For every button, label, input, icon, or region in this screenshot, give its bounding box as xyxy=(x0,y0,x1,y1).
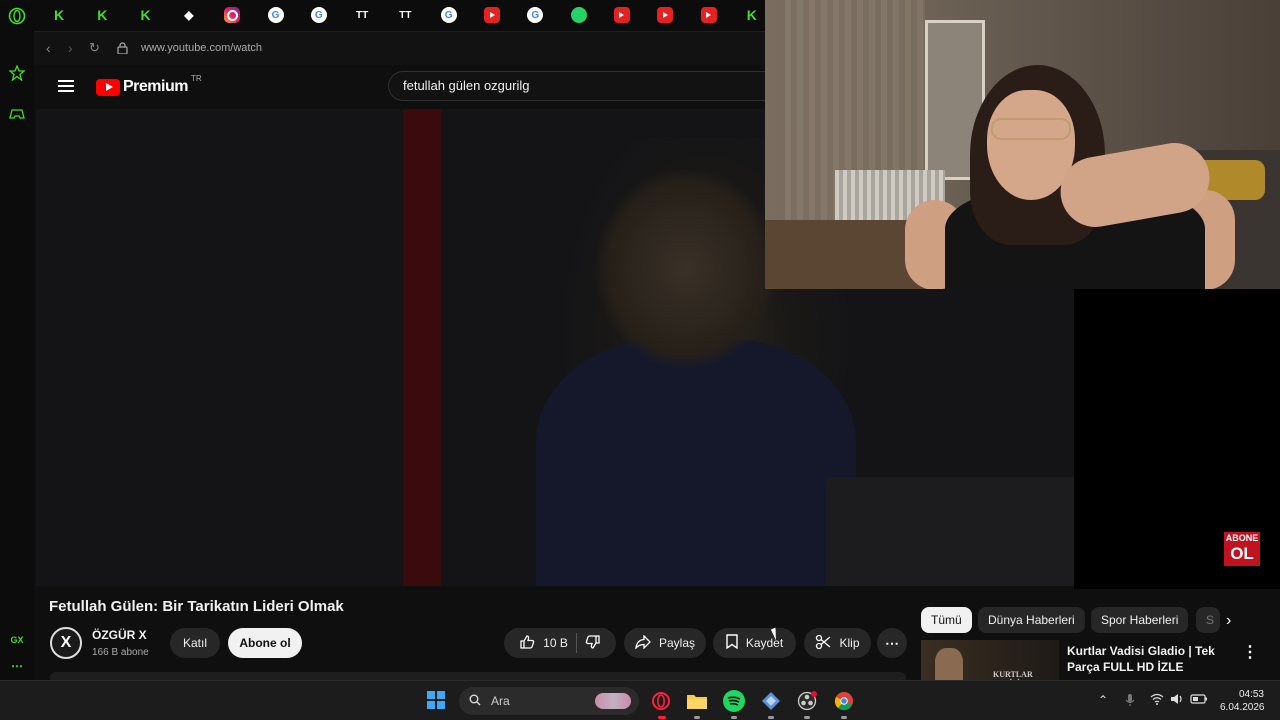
spotify-icon[interactable] xyxy=(723,690,745,712)
battery-icon[interactable] xyxy=(1190,693,1208,708)
thumbs-up-icon[interactable] xyxy=(519,634,535,653)
windows-start-icon[interactable] xyxy=(427,691,445,709)
instagram-icon[interactable] xyxy=(224,7,241,23)
reload-icon[interactable]: ↻ xyxy=(89,40,100,56)
kebab-menu-icon[interactable]: ⋮ xyxy=(1242,642,1258,662)
twitch-tracker-icon[interactable]: TT xyxy=(354,7,370,23)
thumbnail-text: KURTLAR VADİSİ xyxy=(993,670,1033,680)
youtube-icon[interactable] xyxy=(613,7,630,23)
date-text: 6.04.2026 xyxy=(1220,702,1265,713)
channel-avatar[interactable]: X xyxy=(50,627,82,659)
description-box[interactable] xyxy=(50,672,906,680)
more-actions-button[interactable]: ⋯ xyxy=(877,628,907,658)
video-title: Fetullah Gülen: Bir Tarikatın Lideri Olm… xyxy=(49,598,344,615)
k-icon[interactable]: K xyxy=(94,7,110,23)
k-icon[interactable]: K xyxy=(138,7,154,23)
share-icon xyxy=(635,633,651,652)
badge-bottom-text: OL xyxy=(1230,544,1254,563)
video-background-stripe xyxy=(403,109,441,586)
chip-partial[interactable]: S xyxy=(1196,607,1220,633)
taskbar-search[interactable]: Ara xyxy=(459,687,639,715)
gx-control-icon[interactable]: GX xyxy=(7,630,27,650)
opera-gx-logo-icon[interactable] xyxy=(7,6,27,26)
join-button[interactable]: Katıl xyxy=(170,628,220,658)
address-bar: ‹ › ↻ www.youtube.com/watch xyxy=(34,31,765,65)
forward-icon[interactable]: › xyxy=(68,40,73,56)
chip-world-news[interactable]: Dünya Haberleri xyxy=(978,607,1085,633)
google-icon[interactable]: G xyxy=(527,7,544,23)
star-icon[interactable] xyxy=(7,63,27,83)
k-icon[interactable]: K xyxy=(51,7,67,23)
youtube-play-icon xyxy=(96,78,120,96)
windows-taskbar: Ara ⌃ 04:53 6.04.2026 xyxy=(0,680,1280,720)
scissors-icon xyxy=(815,634,831,653)
google-icon[interactable]: G xyxy=(440,7,457,23)
youtube-icon[interactable] xyxy=(700,7,717,23)
time-text: 04:53 xyxy=(1238,689,1264,700)
browser-sidebar: GX ⋯ xyxy=(0,0,34,680)
k-icon[interactable]: K xyxy=(744,7,760,23)
badge-top-text: ABONE xyxy=(1225,533,1259,543)
clip-button[interactable]: Klip xyxy=(804,628,871,658)
chevron-up-icon[interactable]: ⌃ xyxy=(1098,693,1108,707)
url-field[interactable]: www.youtube.com/watch xyxy=(141,42,262,54)
sidebar-more-icon[interactable]: ⋯ xyxy=(7,656,27,676)
whatsapp-icon[interactable] xyxy=(570,7,587,23)
hamburger-menu-icon[interactable] xyxy=(58,80,74,92)
twitch-tracker-icon[interactable]: TT xyxy=(397,7,413,23)
opera-gx-taskbar-icon[interactable] xyxy=(650,690,672,712)
search-placeholder: Ara xyxy=(491,694,510,708)
presenter-body xyxy=(536,339,856,586)
youtube-premium-logo[interactable]: Premium TR xyxy=(96,74,202,96)
chip-all[interactable]: Tümü xyxy=(921,607,972,633)
clock[interactable]: 04:53 6.04.2026 xyxy=(1220,688,1265,714)
webcam-overlay xyxy=(765,0,1280,289)
youtube-icon[interactable] xyxy=(657,7,674,23)
chip-sports-news[interactable]: Spor Haberleri xyxy=(1091,607,1189,633)
thumbs-down-icon[interactable] xyxy=(585,634,601,653)
discord-icon[interactable]: ◆ xyxy=(181,7,197,23)
file-explorer-icon[interactable] xyxy=(686,690,708,712)
chevron-right-icon[interactable]: › xyxy=(1226,612,1231,630)
clip-label: Klip xyxy=(839,636,860,650)
like-count[interactable]: 10 B xyxy=(543,636,568,650)
google-icon[interactable]: G xyxy=(310,7,327,23)
microphone-icon[interactable] xyxy=(1125,693,1135,710)
subscribe-badge: ABONE OL xyxy=(1224,532,1260,566)
youtube-icon[interactable] xyxy=(484,7,500,23)
speed-dial-bar: K K K ◆ G G TT TT G G K xyxy=(34,0,765,31)
chrome-icon[interactable] xyxy=(833,690,855,712)
region-label: TR xyxy=(190,73,202,83)
presenter-head xyxy=(596,169,776,369)
share-label: Paylaş xyxy=(658,636,696,650)
volume-icon[interactable] xyxy=(1170,693,1184,708)
like-dislike-group: 10 B xyxy=(504,628,616,658)
game-controller-icon[interactable] xyxy=(7,104,27,124)
search-input[interactable]: fetullah gülen ozgurilg xyxy=(388,71,768,101)
app-diamond-icon[interactable] xyxy=(760,690,782,712)
back-icon[interactable]: ‹ xyxy=(46,40,51,56)
search-icon xyxy=(469,694,481,709)
wifi-icon[interactable] xyxy=(1150,693,1164,708)
subscriber-count: 166 B abone xyxy=(92,647,149,658)
share-button[interactable]: Paylaş xyxy=(624,628,706,658)
recommended-title[interactable]: Kurtlar Vadisi Gladio | Tek Parça FULL H… xyxy=(1067,643,1217,675)
google-icon[interactable]: G xyxy=(267,7,284,23)
channel-name[interactable]: ÖZGÜR X xyxy=(92,628,147,642)
laptop xyxy=(826,477,1074,586)
logo-text: Premium xyxy=(123,78,188,95)
bookmark-icon xyxy=(726,634,738,652)
youtube-header: Premium TR fetullah gülen ozgurilg xyxy=(34,65,768,109)
subscribe-button[interactable]: Abone ol xyxy=(228,628,302,658)
recommended-thumbnail[interactable]: KURTLAR VADİSİ xyxy=(921,640,1059,680)
lock-icon xyxy=(117,41,128,57)
obs-icon[interactable] xyxy=(796,690,818,712)
